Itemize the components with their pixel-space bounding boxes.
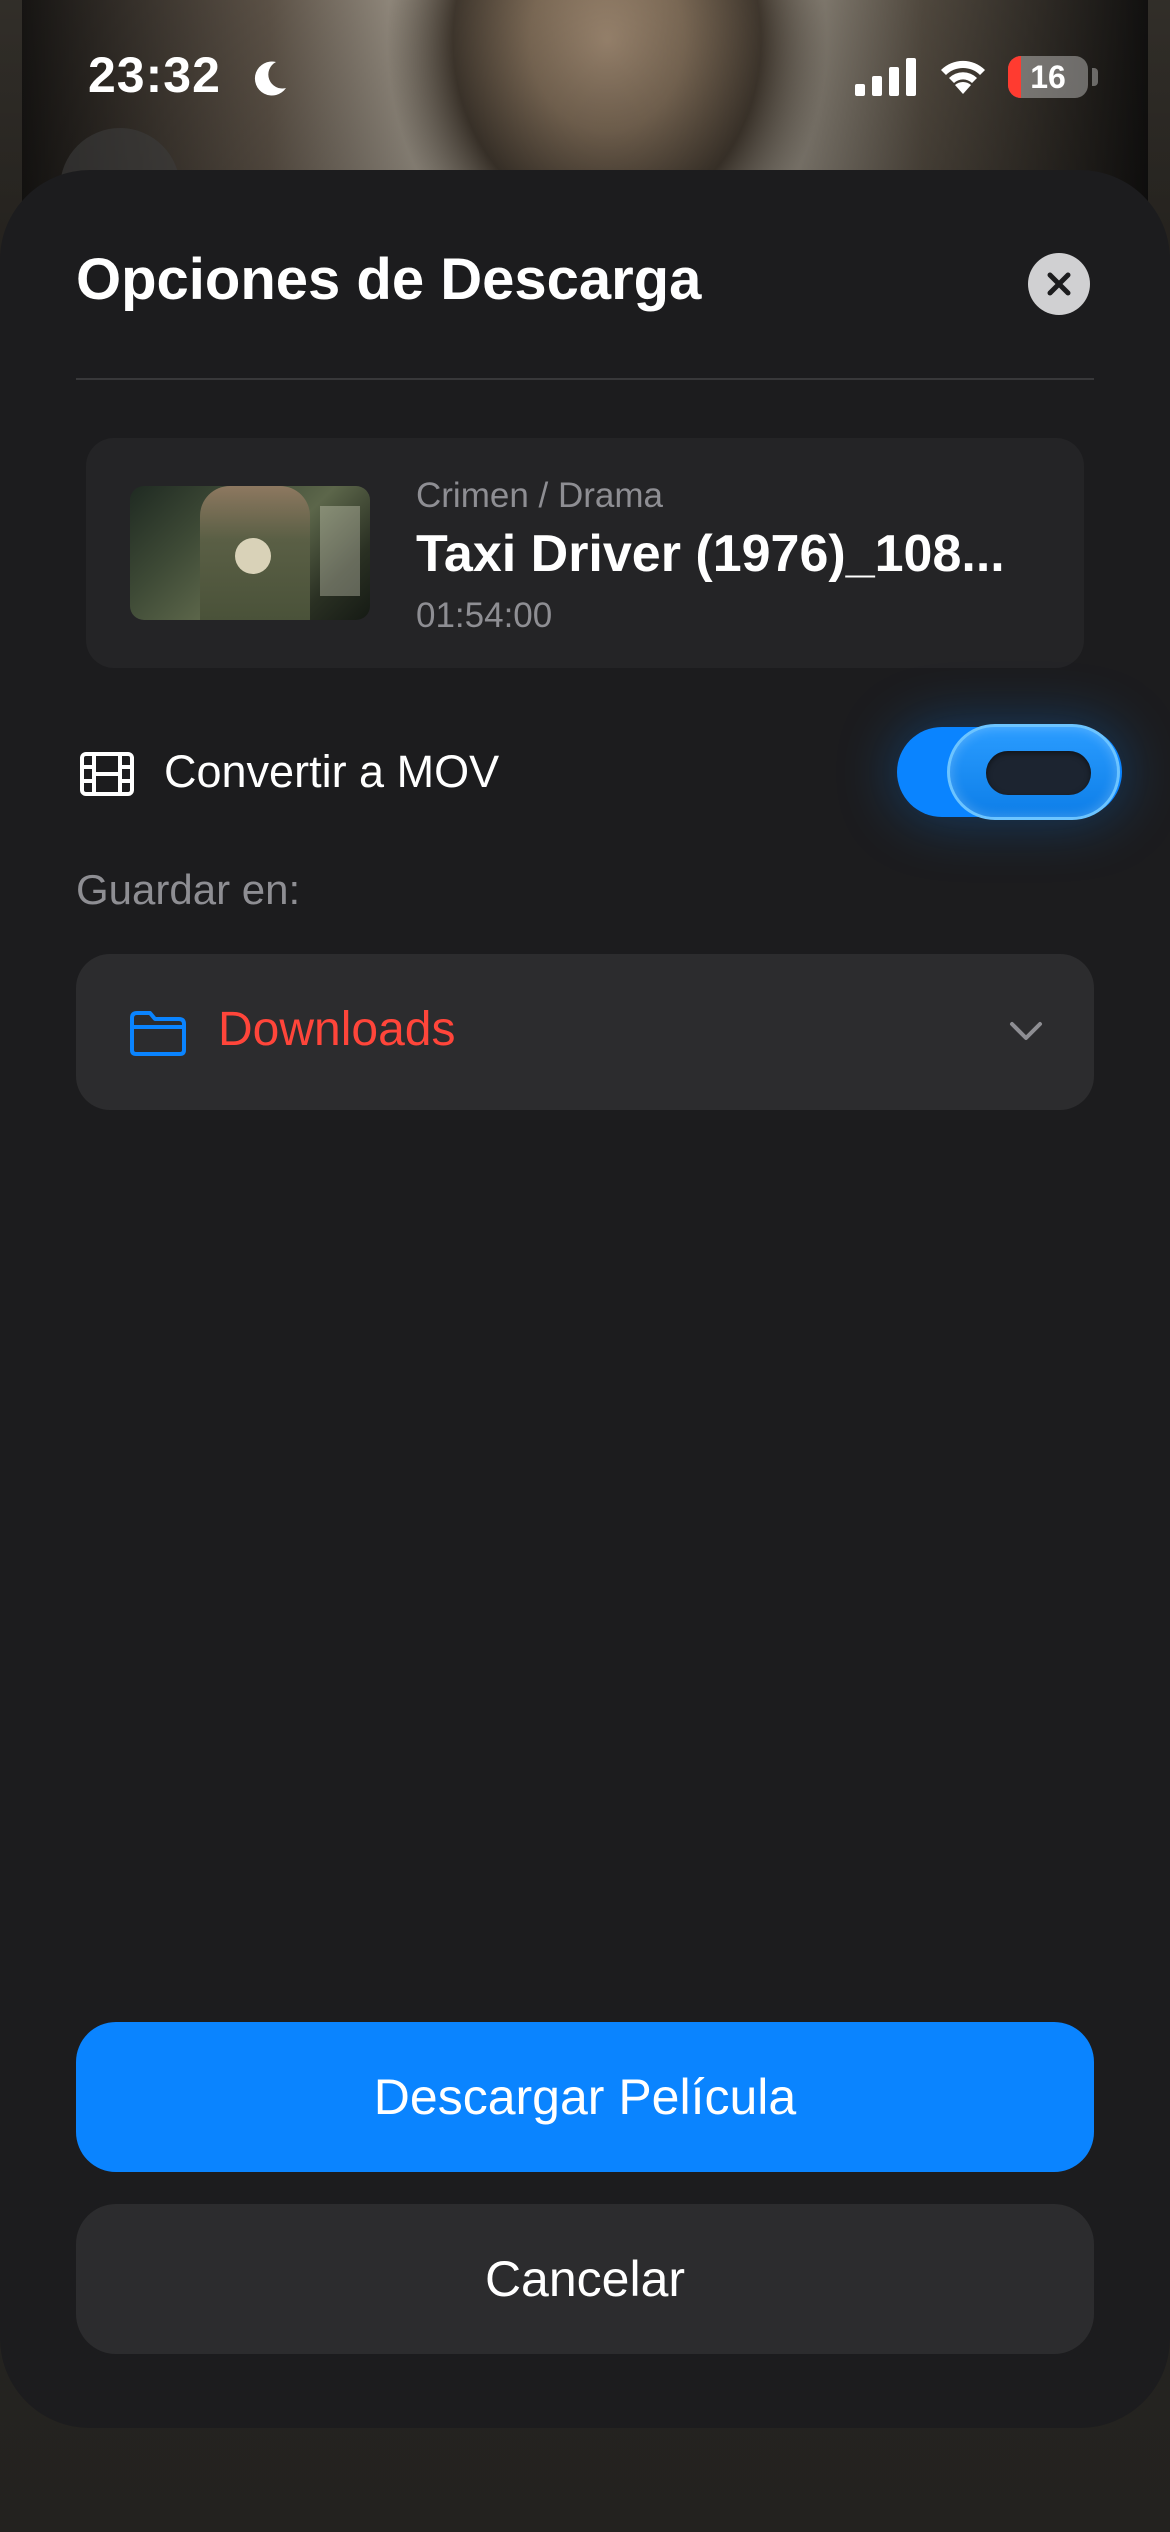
folder-icon <box>130 1011 186 1056</box>
cancel-button[interactable]: Cancelar <box>76 2204 1094 2354</box>
thumbnail-badge <box>235 538 271 574</box>
battery-level: 16 <box>1030 59 1066 95</box>
folder-name: Downloads <box>218 1003 456 1056</box>
toggle-knob-inner <box>986 751 1091 795</box>
movie-title: Taxi Driver (1976)_108... <box>416 525 1005 583</box>
toggle-knob <box>947 724 1120 820</box>
close-icon <box>1047 272 1071 296</box>
movie-genre: Crimen / Drama <box>416 476 663 515</box>
convert-mov-label: Convertir a MOV <box>164 746 500 797</box>
battery-cap <box>1092 68 1098 86</box>
download-movie-button[interactable]: Descargar Película <box>76 2022 1094 2172</box>
signal-icon <box>855 58 916 96</box>
close-button[interactable] <box>1028 253 1090 315</box>
movie-card: Crimen / Drama Taxi Driver (1976)_108...… <box>86 438 1084 668</box>
divider <box>76 378 1094 380</box>
thumbnail-light <box>320 506 360 596</box>
chevron-down-icon <box>1010 1022 1042 1040</box>
download-options-sheet: Opciones de Descarga Crimen / Drama Taxi… <box>0 170 1170 2428</box>
movie-duration: 01:54:00 <box>416 596 553 635</box>
status-time: 23:32 <box>88 47 221 103</box>
sheet-title: Opciones de Descarga <box>76 247 702 312</box>
film-icon <box>80 752 134 796</box>
wifi-icon <box>941 60 985 94</box>
moon-icon <box>254 61 286 96</box>
battery-icon: 16 <box>1008 56 1088 98</box>
movie-thumbnail <box>130 486 370 620</box>
save-location-label: Guardar en: <box>76 866 301 913</box>
status-bar: 23:32 16 <box>0 0 1170 150</box>
folder-select[interactable]: Downloads <box>76 954 1094 1110</box>
convert-mov-toggle[interactable] <box>897 724 1122 820</box>
